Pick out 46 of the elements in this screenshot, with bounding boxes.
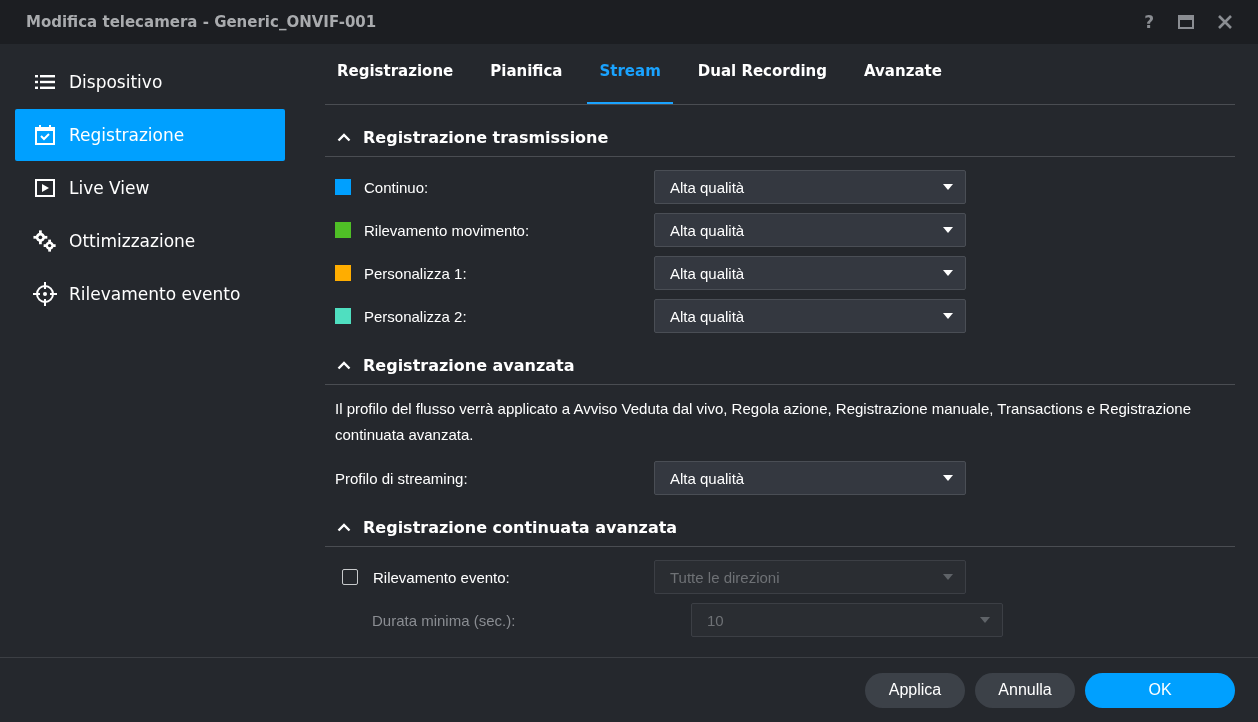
section-title: Registrazione avanzata (363, 356, 575, 375)
help-button[interactable]: ? (1144, 12, 1154, 32)
caret-icon (943, 313, 953, 319)
field-label: Profilo di streaming: (335, 469, 468, 487)
caret-icon (943, 475, 953, 481)
dropdown[interactable]: Alta qualità (654, 256, 966, 290)
dropdown[interactable]: Alta qualità (654, 299, 966, 333)
field-label: Rilevamento evento: (373, 568, 510, 586)
dropdown[interactable]: Alta qualità (654, 170, 966, 204)
dialog-button[interactable]: Applica (865, 672, 965, 708)
tab[interactable]: Pianifica (478, 62, 575, 104)
field-label: Rilevamento movimento: (364, 221, 530, 239)
caret-icon (943, 227, 953, 233)
play-icon (33, 179, 57, 197)
caret-icon (943, 184, 953, 190)
field-label: Durata minima (sec.): (372, 611, 516, 629)
dropdown[interactable]: Alta qualità (654, 461, 966, 495)
tab[interactable]: Registrazione (325, 62, 466, 104)
calendar-icon (33, 125, 57, 145)
tab[interactable]: Stream (587, 62, 673, 104)
chevron-icon[interactable] (337, 133, 351, 142)
chevron-icon[interactable] (337, 523, 351, 532)
window-title: Modifica telecamera - Generic_ONVIF-001 (26, 13, 377, 31)
description-text: Il profilo del flusso verrà applicato a Avviso Veduta dal vivo, Regola azione, Registrazione manuale, Transactions e Registrazione continuata avanzata. (335, 399, 1193, 445)
field-label: Continuo: (364, 178, 429, 196)
sidebar-item[interactable]: Rilevamento evento (15, 268, 285, 320)
chevron-icon[interactable] (337, 361, 351, 370)
maximize-icon[interactable] (1178, 15, 1194, 29)
close-icon[interactable] (1218, 15, 1232, 29)
field-label: Personalizza 2: (364, 307, 467, 325)
section-title: Registrazione trasmissione (363, 128, 609, 147)
tab[interactable]: Dual Recording (685, 62, 839, 104)
caret-icon (943, 574, 953, 580)
sidebar-item[interactable]: Ottimizzazione (15, 215, 285, 267)
tab[interactable]: Avanzate (852, 62, 954, 104)
field-label: Personalizza 1: (364, 264, 467, 282)
sidebar-item[interactable]: Live View (15, 162, 285, 214)
dialog-button[interactable]: Annulla (975, 672, 1075, 708)
section-title: Registrazione continuata avanzata (363, 518, 678, 537)
crosshair-icon (33, 282, 57, 306)
gears-icon (33, 229, 57, 253)
caret-icon (980, 617, 990, 623)
caret-icon (943, 270, 953, 276)
list-icon (33, 74, 57, 90)
sidebar-item[interactable]: Dispositivo (15, 56, 285, 108)
dropdown[interactable]: Alta qualità (654, 213, 966, 247)
